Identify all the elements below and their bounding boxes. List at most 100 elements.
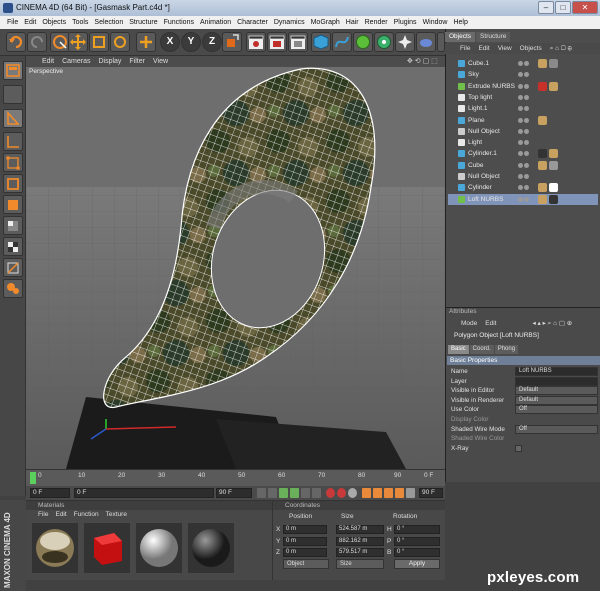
viewport-menu-edit[interactable]: Edit [42, 58, 54, 65]
add-cube-button[interactable] [311, 32, 331, 52]
object-row[interactable]: Plane [448, 115, 598, 126]
material-swatch-red[interactable] [84, 523, 130, 573]
objects-menu-objects[interactable]: Objects [520, 43, 542, 54]
viewport-nav-icons[interactable]: ✥ ⟲ ▢ ⬚ [407, 57, 438, 65]
object-row[interactable]: Extrude NURBS [448, 81, 598, 92]
visibility-editor-dot[interactable] [518, 83, 523, 89]
object-tag-icon[interactable] [549, 183, 558, 193]
visibility-editor-dot[interactable] [518, 117, 523, 123]
pla-key-button[interactable] [406, 488, 415, 498]
prev-key-button[interactable] [268, 488, 277, 498]
rotation-p-field[interactable]: 0 ° [394, 537, 440, 546]
attribute-dropdown[interactable]: Off [515, 424, 598, 434]
size-z-field[interactable]: 579.517 m [336, 548, 384, 557]
scale-key-button[interactable] [373, 488, 382, 498]
max-frame-field[interactable]: 90 F [419, 488, 443, 498]
visibility-editor-dot[interactable] [518, 162, 523, 168]
attribute-dropdown[interactable]: Default [515, 386, 598, 396]
move-tool-button[interactable] [68, 32, 88, 52]
next-key-button[interactable] [301, 488, 310, 498]
lock-z-axis-button[interactable]: Z [202, 32, 222, 52]
position-x-field[interactable]: 0 m [283, 525, 327, 534]
object-row[interactable]: Null Object [448, 126, 598, 137]
end-frame-field[interactable]: 90 F [216, 488, 252, 498]
visibility-render-dot[interactable] [524, 174, 529, 179]
tab-phong[interactable]: Phong [494, 345, 519, 354]
viewport-menu-view[interactable]: View [153, 58, 168, 65]
materials-menu-file[interactable]: File [38, 510, 48, 520]
material-swatch-dark[interactable] [188, 523, 234, 573]
tab-basic[interactable]: Basic [448, 345, 469, 354]
coordinate-system-button[interactable] [136, 32, 156, 52]
scale-tool-button[interactable] [89, 32, 109, 52]
viewport-menu-filter[interactable]: Filter [129, 58, 145, 65]
visibility-render-dot[interactable] [524, 117, 529, 123]
apply-button[interactable]: Apply [394, 559, 440, 569]
attribute-field[interactable] [515, 376, 598, 386]
material-swatch-white[interactable] [136, 523, 182, 573]
tab-objects[interactable]: Objects [445, 32, 476, 42]
objects-menu-file[interactable]: File [460, 43, 470, 54]
object-tag-icon[interactable] [538, 115, 547, 125]
materials-menu-edit[interactable]: Edit [55, 510, 66, 520]
rotate-tool-button[interactable] [110, 32, 130, 52]
object-row[interactable]: Null Object [448, 171, 598, 182]
object-row[interactable]: Cylinder [448, 182, 598, 193]
visibility-render-dot[interactable] [524, 94, 529, 100]
object-row[interactable]: Sky [448, 69, 598, 80]
menu-objects[interactable]: Objects [39, 16, 69, 29]
object-tag-icon[interactable] [538, 194, 547, 204]
rotation-h-field[interactable]: 0 ° [394, 525, 440, 534]
edges-mode-button[interactable] [3, 174, 23, 193]
autokey-button[interactable] [337, 488, 346, 498]
play-button[interactable] [290, 488, 299, 498]
add-spline-button[interactable] [332, 32, 352, 52]
object-tag-icon[interactable] [549, 59, 558, 68]
polygons-mode-button[interactable] [3, 195, 23, 214]
visibility-editor-dot[interactable] [518, 151, 523, 157]
visibility-render-dot[interactable] [524, 106, 529, 112]
visibility-editor-dot[interactable] [518, 185, 523, 191]
object-tag-icon[interactable] [549, 194, 558, 204]
object-row[interactable]: Cube.1 [448, 58, 598, 69]
visibility-editor-dot[interactable] [518, 61, 523, 66]
menu-window[interactable]: Window [420, 16, 451, 29]
visibility-editor-dot[interactable] [518, 140, 523, 146]
attribute-dropdown[interactable]: Off [515, 405, 598, 415]
tab-coord[interactable]: Coord. [469, 345, 494, 354]
use-object-mode-button[interactable] [3, 85, 23, 104]
add-array-button[interactable] [374, 32, 394, 52]
position-y-field[interactable]: 0 m [283, 537, 327, 546]
visibility-render-dot[interactable] [524, 83, 529, 89]
render-view-button[interactable] [246, 32, 266, 52]
tab-structure[interactable]: Structure [476, 32, 511, 42]
goto-end-button[interactable] [312, 488, 321, 498]
add-deformer-button[interactable] [395, 32, 415, 52]
object-tag-icon[interactable] [538, 149, 547, 159]
xray-checkbox[interactable] [515, 444, 522, 452]
uv-polygons-button[interactable] [3, 216, 23, 235]
materials-menu-function[interactable]: Function [74, 510, 99, 520]
rotation-b-field[interactable]: 0 ° [394, 548, 440, 557]
current-frame-field[interactable]: 0 F [74, 488, 214, 498]
object-tag-icon[interactable] [538, 160, 547, 170]
visibility-render-dot[interactable] [524, 61, 529, 66]
object-row[interactable]: Top light [448, 92, 598, 103]
material-swatch-chrome[interactable] [32, 523, 78, 573]
object-row[interactable]: Loft NURBS [448, 193, 598, 205]
visibility-render-dot[interactable] [524, 151, 529, 157]
time-slider-handle[interactable] [30, 472, 36, 484]
menu-file[interactable]: File [4, 16, 21, 29]
object-tag-icon[interactable] [549, 81, 558, 91]
visibility-editor-dot[interactable] [518, 94, 523, 100]
world-coordinates-button[interactable] [222, 32, 242, 52]
visibility-render-dot[interactable] [524, 196, 529, 202]
coordinate-mode-dropdown[interactable]: Object [283, 559, 329, 569]
use-texture-mode-button[interactable] [3, 109, 23, 128]
objects-menu-view[interactable]: View [498, 43, 512, 54]
lock-x-axis-button[interactable]: X [160, 32, 180, 52]
size-mode-dropdown[interactable]: Size [336, 559, 384, 569]
visibility-render-dot[interactable] [524, 185, 529, 191]
close-button[interactable]: ✕ [572, 1, 598, 14]
attribute-dropdown[interactable]: Default [515, 395, 598, 405]
